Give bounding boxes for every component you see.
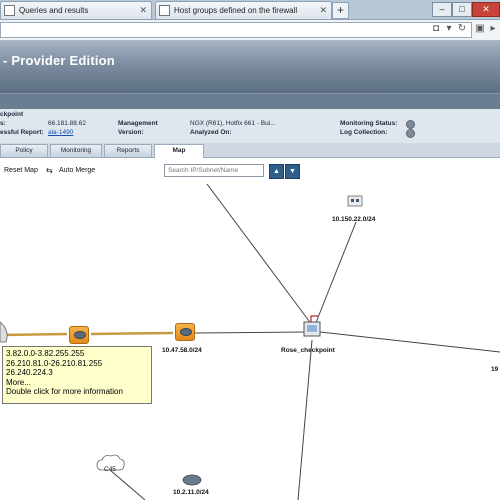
map-link bbox=[319, 331, 500, 353]
search-engine-icon[interactable]: ▣ bbox=[474, 22, 486, 36]
monitoring-status-icon bbox=[406, 120, 415, 129]
close-tab-icon[interactable]: ✕ bbox=[319, 2, 327, 19]
reset-map-button[interactable]: Reset Map bbox=[4, 167, 38, 174]
node-label-router-mid: 10.47.58.0/24 bbox=[162, 347, 202, 354]
router-icon bbox=[74, 331, 86, 339]
map-link bbox=[297, 339, 313, 500]
map-search-input[interactable] bbox=[164, 164, 264, 177]
management-label: Management bbox=[118, 120, 158, 127]
new-tab-button[interactable]: + bbox=[332, 2, 349, 19]
tooltip-line: 3.82.0.0-3.82.255.255 bbox=[6, 349, 85, 358]
browser-tab-host-groups[interactable]: Host groups defined on the firewall ✕ bbox=[155, 1, 332, 19]
refresh-icon[interactable]: ↻ bbox=[456, 22, 468, 36]
node-label-firewall: Rose_checkpoint bbox=[281, 347, 335, 354]
browser-tab-queries[interactable]: Queries and results ✕ bbox=[0, 1, 152, 19]
tooltip-line: 26.240.224.3 bbox=[6, 368, 53, 377]
search-down-button[interactable]: ▼ bbox=[285, 164, 300, 179]
ip-value: 66.181.88.62 bbox=[48, 120, 86, 127]
browser-tab-label: Host groups defined on the firewall bbox=[174, 6, 298, 15]
map-link bbox=[194, 331, 305, 334]
dropdown-icon[interactable]: ▾ bbox=[443, 22, 455, 36]
router-icon bbox=[182, 474, 202, 486]
search-dropdown-icon[interactable]: ▸ bbox=[487, 22, 499, 36]
bottom-router-node[interactable] bbox=[182, 474, 202, 486]
router-node-mid[interactable] bbox=[175, 323, 195, 341]
close-tab-icon[interactable]: ✕ bbox=[139, 2, 147, 19]
tab-monitoring[interactable]: Monitoring bbox=[50, 144, 102, 157]
map-link bbox=[109, 469, 146, 500]
banner-strip bbox=[0, 93, 500, 110]
tab-policy[interactable]: Policy bbox=[0, 144, 48, 157]
router-icon bbox=[180, 328, 192, 336]
tooltip-hint: Double click for more information bbox=[6, 387, 123, 396]
node-tooltip: 3.82.0.0-3.82.255.255 26.210.81.0-26.210… bbox=[2, 346, 152, 404]
rss-icon[interactable]: ◘ bbox=[430, 22, 442, 36]
router-node-left[interactable] bbox=[69, 326, 89, 344]
app-title: - Provider Edition bbox=[3, 53, 115, 68]
page-favicon-icon bbox=[4, 5, 15, 17]
auto-merge-button[interactable]: Auto Merge bbox=[59, 167, 95, 174]
analyzed-on-label: Analyzed On: bbox=[190, 129, 232, 136]
url-field[interactable] bbox=[0, 22, 472, 38]
monitoring-status-label: Monitoring Status: bbox=[340, 120, 398, 127]
tab-reports[interactable]: Reports bbox=[104, 144, 152, 157]
ip-label: s: bbox=[0, 120, 6, 127]
report-link[interactable]: ala-1490 bbox=[48, 129, 73, 136]
tooltip-more-link[interactable]: More... bbox=[6, 378, 148, 388]
network-icon bbox=[347, 195, 363, 207]
tab-map[interactable]: Map bbox=[154, 144, 204, 159]
highlighted-link bbox=[0, 332, 68, 337]
close-window-button[interactable]: ✕ bbox=[472, 2, 500, 17]
map-link bbox=[206, 184, 313, 326]
subnet-node-top[interactable] bbox=[347, 195, 363, 207]
node-label-bottom-router: 10.2.11.0/24 bbox=[173, 489, 209, 496]
node-label-cloud: C45 bbox=[104, 466, 116, 473]
log-collection-label: Log Collection: bbox=[340, 129, 388, 136]
browser-tab-label: Queries and results bbox=[19, 6, 89, 15]
device-name: ckpoint bbox=[0, 111, 24, 118]
maximize-button[interactable]: □ bbox=[452, 2, 472, 17]
auto-merge-icon: ⇆ bbox=[46, 166, 53, 175]
node-label-subnet-top: 10.150.22.0/24 bbox=[332, 216, 376, 223]
report-label: essful Report: bbox=[0, 129, 44, 136]
log-collection-icon bbox=[406, 129, 415, 138]
search-up-button[interactable]: ▲ bbox=[269, 164, 284, 179]
minimize-button[interactable]: – bbox=[432, 2, 452, 17]
page-favicon-icon bbox=[159, 5, 170, 17]
management-value: NGX (R61), Hotfix 661 - Bui... bbox=[190, 120, 276, 127]
node-label-right: 19 bbox=[491, 366, 499, 373]
version-label: Version: bbox=[118, 129, 144, 136]
tooltip-line: 26.210.81.0-26.210.81.255 bbox=[6, 358, 103, 368]
map-link bbox=[314, 221, 357, 326]
partial-node-icon[interactable] bbox=[0, 321, 8, 343]
highlighted-link bbox=[90, 331, 174, 336]
